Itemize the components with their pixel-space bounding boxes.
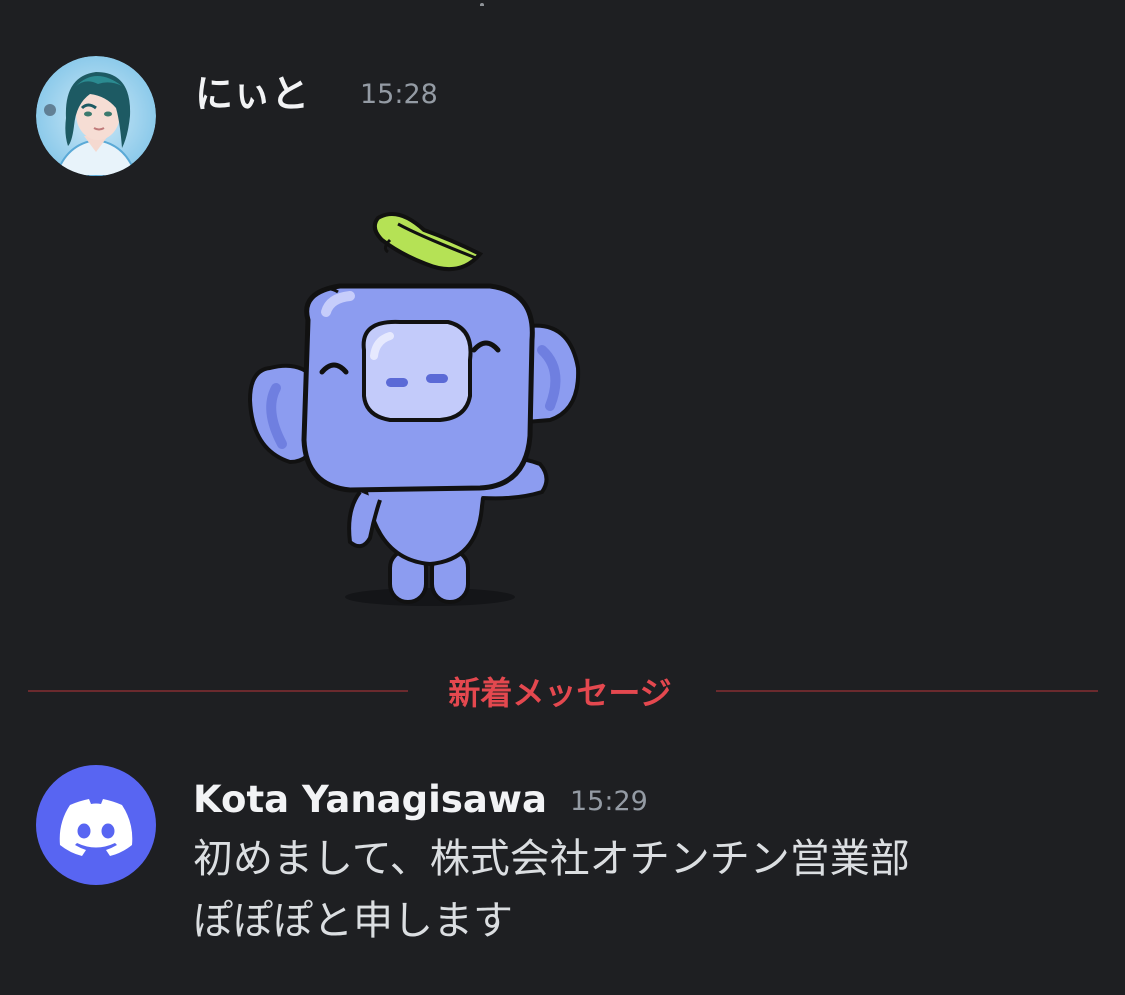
new-messages-label: 新着メッセージ (448, 674, 672, 712)
message-group-1: にぃと 15:28 (0, 0, 1125, 640)
timestamp: 15:28 (360, 79, 438, 110)
timestamp: 15:29 (570, 786, 648, 817)
discord-logo-icon (59, 799, 133, 856)
anime-character-avatar-icon (36, 56, 156, 176)
username[interactable]: にぃと (195, 63, 309, 118)
avatar[interactable] (36, 765, 156, 885)
new-messages-divider-right (716, 690, 1098, 692)
new-messages-divider-left (28, 690, 408, 692)
wumpus-sticker[interactable] (230, 200, 600, 620)
wumpus-icon (247, 212, 581, 606)
username[interactable]: Kota Yanagisawa (193, 778, 547, 821)
message-content: 初めまして、株式会社オチンチン営業部 ぽぽぽと申します (193, 828, 1093, 952)
message-line: 初めまして、株式会社オチンチン営業部 (193, 836, 910, 882)
avatar[interactable] (36, 56, 156, 176)
message-line: ぽぽぽと申します (193, 898, 513, 944)
